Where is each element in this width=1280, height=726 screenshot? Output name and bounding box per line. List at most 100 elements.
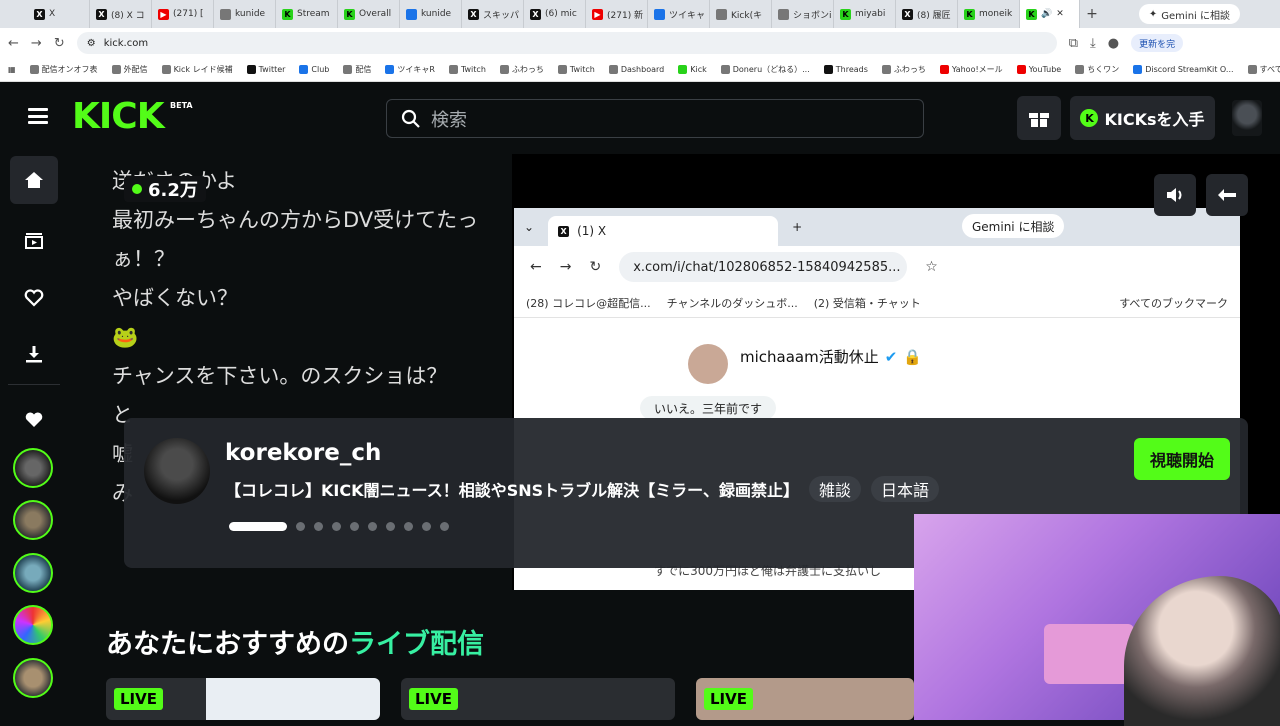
followed-channel-avatar[interactable] [13,500,53,540]
menu-icon[interactable] [28,108,48,124]
browser-tab[interactable]: ▶ (271) [ [152,0,214,28]
carousel-dot[interactable] [368,522,377,531]
bookmark-item[interactable]: Twitch [448,65,486,74]
bookmark-item[interactable]: Dashboard [608,65,664,74]
new-tab-button[interactable]: + [1080,6,1104,22]
bookmark-icon [720,65,730,74]
browser-tab[interactable]: ショボンi [772,0,834,28]
carousel-dot[interactable] [314,522,323,531]
browser-tab[interactable]: X (6) mic [524,0,586,28]
bookmark-item[interactable]: Twitch [557,65,595,74]
channel-avatar[interactable] [144,438,210,504]
browser-tab-strip: XX X (8) X コ ▶ (271) [ kunide K Stream K Ove… [0,0,1280,28]
live-stream-card[interactable]: LIVE [696,678,914,720]
sidebar-browse[interactable] [10,216,58,264]
browser-tab[interactable]: ツイキャ [648,0,710,28]
browser-tab[interactable]: kunide [400,0,462,28]
browser-tab[interactable]: ▶ (271) 新 [586,0,648,28]
bookmark-item[interactable]: Twitter [246,65,285,74]
kick-logo[interactable]: KICK BETA [72,96,193,137]
profile-icon[interactable]: ● [1108,36,1119,51]
apps-icon[interactable]: ▦ [8,65,16,74]
bookmark-item[interactable]: YouTube [1016,65,1061,74]
carousel-dot[interactable] [404,522,413,531]
captured-address-row: ← → ↻ x.com/i/chat/102806852-15840942585… [514,246,1240,288]
watch-button[interactable]: 視聴開始 [1134,438,1230,480]
user-avatar[interactable] [1232,100,1262,136]
carousel-dot[interactable] [422,522,431,531]
category-tag[interactable]: 雑談 [808,476,861,502]
dm-header-name: michaaam活動休止 ✔ 🔒 [740,347,922,367]
get-kicks-button[interactable]: K KICKsを入手 [1070,96,1215,140]
kick-icon [678,65,688,74]
carousel-dot[interactable] [440,522,449,531]
chevron-down-icon: ⌄ [524,220,535,234]
reload-icon[interactable]: ↻ [54,36,65,51]
browser-tab[interactable]: X スキッパ [462,0,524,28]
bookmark-item[interactable]: ふわっち [881,64,926,75]
followed-channel-avatar[interactable] [13,605,53,645]
language-tag[interactable]: 日本語 [871,476,940,502]
bookmark-item[interactable]: Yahoo!メール [939,64,1003,75]
browser-tab[interactable]: K Stream [276,0,338,28]
bookmark-item[interactable]: ふわっち [499,64,544,75]
followed-channel-avatar[interactable] [13,448,53,488]
sidebar-following[interactable] [10,274,58,322]
download-icon[interactable]: ⤓ [1090,36,1096,51]
browser-tab[interactable]: K Overall [338,0,400,28]
site-icon [778,8,789,20]
browser-tab[interactable]: Kmiyabi [834,0,896,28]
browser-tab[interactable]: Kick(キ [710,0,772,28]
bookmark-item[interactable]: すべてのブ [1247,64,1280,75]
browser-tab[interactable]: XX [28,0,90,28]
sidebar-followed-header [10,396,58,444]
bookmark-icon [499,65,509,74]
bookmark-item[interactable]: Doneru（どねる）... [720,64,810,75]
followed-channel-avatar[interactable] [13,658,53,698]
browser-tab[interactable]: Kmoneik [958,0,1020,28]
site-info-icon[interactable]: ⚙ [87,38,96,49]
volume-button[interactable] [1154,174,1196,216]
collapse-button[interactable] [1206,174,1248,216]
live-stream-card[interactable]: LIVE [401,678,675,720]
followed-channel-avatar[interactable] [13,553,53,593]
browser-tab[interactable]: X (8) 履匠 [896,0,958,28]
bookmark-item[interactable]: 配信 [343,64,371,75]
sidebar-home[interactable] [10,156,58,204]
forward-icon[interactable]: → [31,36,42,51]
captured-tab-strip: ⌄ X (1) X + Gemini に相談 [514,208,1240,246]
browser-tab-active[interactable]: K 🔊 ✕ [1020,0,1080,28]
sidebar-downloads[interactable] [10,330,58,378]
captured-url: x.com/i/chat/102806852-15840942585... [619,252,908,282]
bookmark-item[interactable]: 外配信 [111,64,148,75]
extensions-icon[interactable]: ⧉ [1069,36,1078,51]
bookmark-icon [111,65,121,74]
bookmark-item[interactable]: Kick レイド候補 [161,64,233,75]
gift-button[interactable] [1017,96,1061,140]
bookmark-item[interactable]: Discord StreamKit O... [1133,65,1234,74]
carousel-dot[interactable] [332,522,341,531]
twitch-icon [448,65,458,74]
address-bar[interactable]: ⚙ kick.com [76,32,1057,54]
browser-tab[interactable]: kunide [214,0,276,28]
bookmark-item[interactable]: 配信オンオフ表 [29,64,98,75]
gemini-button[interactable]: ✦ Gemini に相談 [1138,4,1240,24]
carousel-dot[interactable] [386,522,395,531]
live-stream-card[interactable]: LIVE [106,678,380,720]
bookmark-item[interactable]: ちくワン [1075,64,1119,75]
bookmark-item[interactable]: Threads [823,65,868,74]
close-tab-icon[interactable]: ✕ [1056,9,1064,19]
carousel-dot[interactable] [229,522,287,531]
back-icon[interactable]: ← [8,36,19,51]
browser-tab[interactable]: X (8) X コ [90,0,152,28]
carousel-dot[interactable] [350,522,359,531]
carousel-dot[interactable] [296,522,305,531]
update-button[interactable]: 更新を完 [1131,34,1184,52]
search-input[interactable]: 検索 [386,99,924,138]
reload-icon: ↻ [589,259,602,275]
bookmark-item[interactable]: ツイキャR [385,64,435,75]
bookmark-item[interactable]: Club [299,65,329,74]
live-badge: LIVE [409,688,458,710]
channel-name[interactable]: korekore_ch [225,440,381,466]
bookmark-item[interactable]: Kick [678,65,707,74]
